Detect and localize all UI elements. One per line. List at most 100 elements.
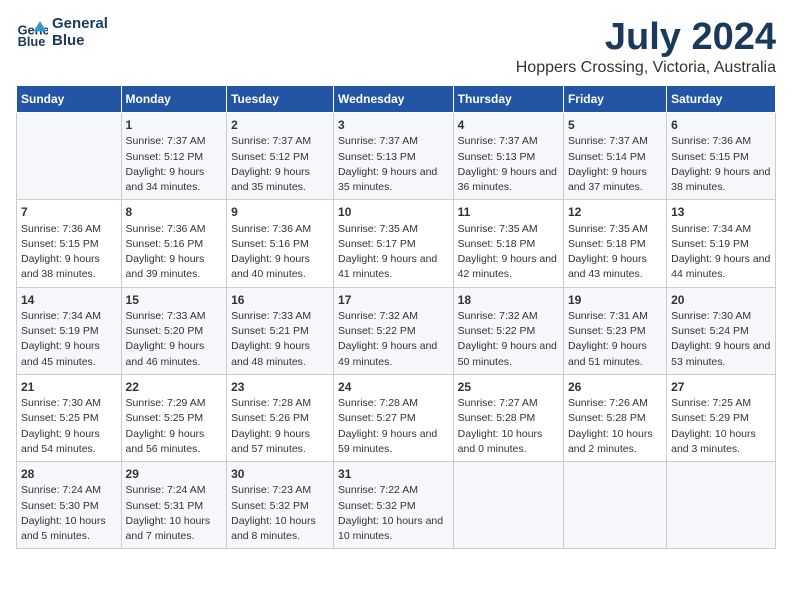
sunrise-text: Sunrise: 7:36 AM (21, 222, 117, 237)
sunrise-text: Sunrise: 7:37 AM (338, 134, 449, 149)
calendar-cell: 27Sunrise: 7:25 AMSunset: 5:29 PMDayligh… (667, 374, 776, 461)
day-number: 10 (338, 204, 449, 221)
day-number: 19 (568, 292, 662, 309)
day-number: 12 (568, 204, 662, 221)
sunrise-text: Sunrise: 7:35 AM (338, 222, 449, 237)
calendar-cell: 10Sunrise: 7:35 AMSunset: 5:17 PMDayligh… (334, 200, 454, 287)
calendar-cell: 31Sunrise: 7:22 AMSunset: 5:32 PMDayligh… (334, 462, 454, 549)
day-number: 4 (458, 117, 559, 134)
sunrise-text: Sunrise: 7:33 AM (231, 309, 329, 324)
calendar-week-row: 28Sunrise: 7:24 AMSunset: 5:30 PMDayligh… (17, 462, 776, 549)
sunrise-text: Sunrise: 7:34 AM (671, 222, 771, 237)
calendar-week-row: 21Sunrise: 7:30 AMSunset: 5:25 PMDayligh… (17, 374, 776, 461)
daylight-text: Daylight: 9 hours and 40 minutes. (231, 252, 329, 282)
day-number: 20 (671, 292, 771, 309)
calendar-cell: 23Sunrise: 7:28 AMSunset: 5:26 PMDayligh… (227, 374, 334, 461)
day-number: 21 (21, 379, 117, 396)
daylight-text: Daylight: 9 hours and 36 minutes. (458, 165, 559, 195)
daylight-text: Daylight: 9 hours and 39 minutes. (126, 252, 223, 282)
sunrise-text: Sunrise: 7:30 AM (671, 309, 771, 324)
calendar-cell: 20Sunrise: 7:30 AMSunset: 5:24 PMDayligh… (667, 287, 776, 374)
calendar-cell: 29Sunrise: 7:24 AMSunset: 5:31 PMDayligh… (121, 462, 227, 549)
daylight-text: Daylight: 10 hours and 5 minutes. (21, 514, 117, 544)
calendar-cell: 26Sunrise: 7:26 AMSunset: 5:28 PMDayligh… (563, 374, 666, 461)
sunset-text: Sunset: 5:13 PM (338, 150, 449, 165)
calendar-cell: 1Sunrise: 7:37 AMSunset: 5:12 PMDaylight… (121, 113, 227, 200)
sunset-text: Sunset: 5:28 PM (568, 411, 662, 426)
day-number: 3 (338, 117, 449, 134)
daylight-text: Daylight: 9 hours and 38 minutes. (21, 252, 117, 282)
calendar-cell: 25Sunrise: 7:27 AMSunset: 5:28 PMDayligh… (453, 374, 563, 461)
sunset-text: Sunset: 5:16 PM (126, 237, 223, 252)
daylight-text: Daylight: 9 hours and 35 minutes. (338, 165, 449, 195)
sunset-text: Sunset: 5:14 PM (568, 150, 662, 165)
sunrise-text: Sunrise: 7:34 AM (21, 309, 117, 324)
sunrise-text: Sunrise: 7:37 AM (568, 134, 662, 149)
daylight-text: Daylight: 9 hours and 41 minutes. (338, 252, 449, 282)
daylight-text: Daylight: 9 hours and 46 minutes. (126, 339, 223, 369)
daylight-text: Daylight: 9 hours and 35 minutes. (231, 165, 329, 195)
calendar-cell (453, 462, 563, 549)
svg-text:Blue: Blue (18, 33, 46, 48)
sunset-text: Sunset: 5:25 PM (126, 411, 223, 426)
sunrise-text: Sunrise: 7:26 AM (568, 396, 662, 411)
calendar-table: SundayMondayTuesdayWednesdayThursdayFrid… (16, 85, 776, 549)
sunset-text: Sunset: 5:12 PM (126, 150, 223, 165)
calendar-cell (563, 462, 666, 549)
sunset-text: Sunset: 5:13 PM (458, 150, 559, 165)
day-number: 28 (21, 466, 117, 483)
sunrise-text: Sunrise: 7:36 AM (231, 222, 329, 237)
day-number: 1 (126, 117, 223, 134)
sunset-text: Sunset: 5:17 PM (338, 237, 449, 252)
sunset-text: Sunset: 5:16 PM (231, 237, 329, 252)
logo-line1: General (52, 16, 108, 33)
sunrise-text: Sunrise: 7:35 AM (568, 222, 662, 237)
sunrise-text: Sunrise: 7:37 AM (126, 134, 223, 149)
daylight-text: Daylight: 9 hours and 38 minutes. (671, 165, 771, 195)
day-number: 27 (671, 379, 771, 396)
day-number: 2 (231, 117, 329, 134)
day-number: 26 (568, 379, 662, 396)
month-title: July 2024 (516, 16, 776, 59)
col-header-sunday: Sunday (17, 86, 122, 113)
sunrise-text: Sunrise: 7:31 AM (568, 309, 662, 324)
daylight-text: Daylight: 9 hours and 54 minutes. (21, 427, 117, 457)
sunset-text: Sunset: 5:25 PM (21, 411, 117, 426)
sunset-text: Sunset: 5:32 PM (338, 499, 449, 514)
daylight-text: Daylight: 9 hours and 42 minutes. (458, 252, 559, 282)
sunset-text: Sunset: 5:27 PM (338, 411, 449, 426)
sunset-text: Sunset: 5:15 PM (21, 237, 117, 252)
sunrise-text: Sunrise: 7:24 AM (21, 483, 117, 498)
calendar-cell: 18Sunrise: 7:32 AMSunset: 5:22 PMDayligh… (453, 287, 563, 374)
day-number: 15 (126, 292, 223, 309)
calendar-cell: 14Sunrise: 7:34 AMSunset: 5:19 PMDayligh… (17, 287, 122, 374)
day-number: 8 (126, 204, 223, 221)
sunset-text: Sunset: 5:12 PM (231, 150, 329, 165)
sunset-text: Sunset: 5:22 PM (458, 324, 559, 339)
calendar-cell: 16Sunrise: 7:33 AMSunset: 5:21 PMDayligh… (227, 287, 334, 374)
sunrise-text: Sunrise: 7:27 AM (458, 396, 559, 411)
sunset-text: Sunset: 5:19 PM (671, 237, 771, 252)
logo-icon: General Blue (16, 17, 48, 49)
sunset-text: Sunset: 5:18 PM (458, 237, 559, 252)
daylight-text: Daylight: 9 hours and 44 minutes. (671, 252, 771, 282)
calendar-cell: 13Sunrise: 7:34 AMSunset: 5:19 PMDayligh… (667, 200, 776, 287)
day-number: 24 (338, 379, 449, 396)
day-number: 14 (21, 292, 117, 309)
sunset-text: Sunset: 5:24 PM (671, 324, 771, 339)
calendar-week-row: 7Sunrise: 7:36 AMSunset: 5:15 PMDaylight… (17, 200, 776, 287)
sunrise-text: Sunrise: 7:25 AM (671, 396, 771, 411)
day-number: 5 (568, 117, 662, 134)
day-number: 31 (338, 466, 449, 483)
col-header-saturday: Saturday (667, 86, 776, 113)
sunset-text: Sunset: 5:23 PM (568, 324, 662, 339)
col-header-thursday: Thursday (453, 86, 563, 113)
sunset-text: Sunset: 5:20 PM (126, 324, 223, 339)
sunset-text: Sunset: 5:32 PM (231, 499, 329, 514)
sunrise-text: Sunrise: 7:33 AM (126, 309, 223, 324)
daylight-text: Daylight: 10 hours and 2 minutes. (568, 427, 662, 457)
calendar-cell: 9Sunrise: 7:36 AMSunset: 5:16 PMDaylight… (227, 200, 334, 287)
logo: General Blue General Blue (16, 16, 108, 49)
calendar-cell: 6Sunrise: 7:36 AMSunset: 5:15 PMDaylight… (667, 113, 776, 200)
sunset-text: Sunset: 5:31 PM (126, 499, 223, 514)
